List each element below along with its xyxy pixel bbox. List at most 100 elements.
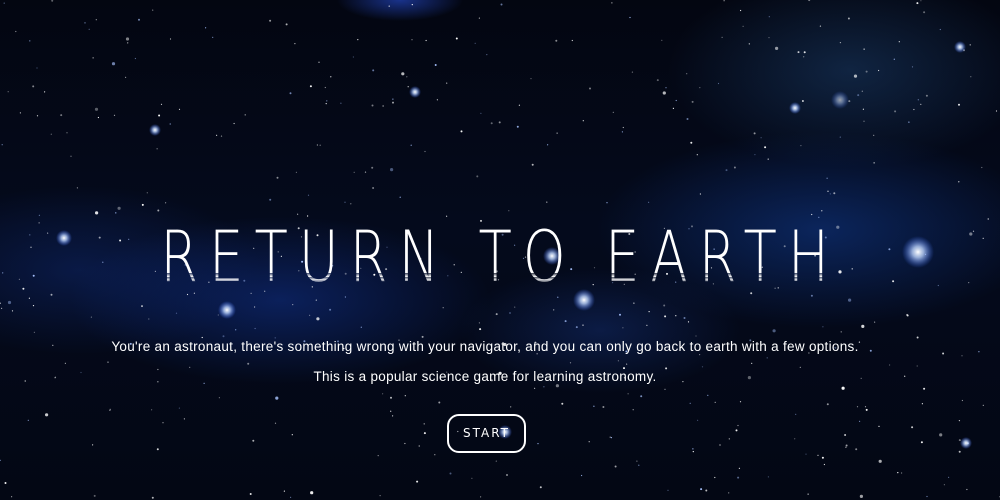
star [1,307,3,309]
star [329,308,332,311]
star [686,73,688,75]
star [364,171,367,173]
star [235,329,237,331]
star [418,445,420,447]
star [839,136,841,138]
star [908,121,910,123]
star [156,448,159,451]
star [518,104,521,106]
star [183,418,185,420]
star [920,0,922,2]
star [817,454,819,456]
star [737,424,739,427]
star [425,39,427,42]
star [392,98,394,100]
star [622,126,624,129]
star [863,120,865,122]
bright-star [56,230,72,246]
star [826,177,828,179]
star [530,78,532,80]
star [969,44,971,46]
star [158,114,161,117]
star [50,133,52,135]
star [686,118,689,120]
star [772,329,776,333]
star [742,25,744,27]
star [819,25,822,27]
star [719,444,721,446]
star [966,488,968,491]
star [316,317,320,321]
star [371,166,374,169]
star [610,437,613,439]
star [247,362,250,365]
star [692,451,694,453]
star [845,444,848,447]
star [833,192,836,195]
star [675,99,677,102]
star [760,137,762,139]
star [107,361,109,363]
star [906,314,909,317]
star [539,486,542,489]
star [94,107,99,111]
star [958,181,960,183]
star [7,91,9,93]
star [421,335,424,338]
star [291,434,293,436]
star [970,76,972,78]
star [294,43,296,45]
star [390,168,394,172]
star [218,397,220,399]
star [861,90,863,92]
star [146,192,148,194]
star [102,261,104,263]
start-button[interactable]: START [447,414,526,453]
star [897,472,899,474]
star [165,202,167,204]
star [70,155,72,157]
star [968,282,970,284]
star [764,146,767,149]
star [748,43,750,45]
star [438,401,441,404]
star [853,74,858,78]
star [309,85,312,88]
star [795,413,797,415]
star [151,409,153,411]
star [15,30,17,33]
star [735,429,738,432]
star [621,131,624,133]
star [916,2,919,5]
star [707,394,709,396]
star [699,87,701,89]
star [446,82,448,84]
star [803,51,806,54]
star [474,42,476,44]
star [2,272,4,274]
star [27,419,29,421]
star [479,328,482,331]
star [29,234,31,236]
star [0,302,1,304]
star [606,202,608,204]
star [109,408,111,410]
star [632,409,634,411]
star [289,92,292,95]
star [612,111,614,113]
star [893,58,895,60]
star [4,482,7,484]
star [589,87,591,90]
star [794,438,796,440]
star [178,108,181,110]
star [310,491,314,495]
star [217,314,219,316]
star [696,154,698,156]
star [38,222,40,224]
star [506,474,508,476]
star [864,406,867,408]
star [480,112,482,114]
star [92,57,94,59]
star [353,171,355,173]
star [926,495,928,498]
